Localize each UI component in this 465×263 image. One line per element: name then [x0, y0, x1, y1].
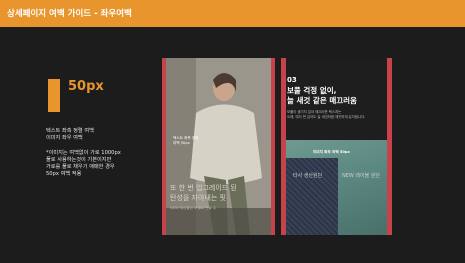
note-line: *이미지는 여백없이 가로 1000px [46, 150, 121, 156]
right-headline: 보풀 걱정 없이, 늘 새것 같은 매끄러움 [287, 86, 387, 106]
margin-indicator-bar [48, 79, 60, 112]
note-line: 풀로 사용하는것이 기본이지만 [46, 157, 112, 163]
headline-line: 탄성을 자아내는 핏 [170, 194, 226, 202]
headline-line: 늘 새것 같은 매끄러움 [287, 96, 357, 105]
fabric-photo-dark [286, 158, 338, 235]
fabric-tag-new: NEW 레이블 원단 [342, 173, 381, 179]
page-title: 상세페이지 여백 가이드 - 좌우여백 [7, 9, 132, 19]
section-number: 03 [287, 76, 297, 84]
headline-line: 또 한 번 업그레이드 된 [170, 184, 237, 192]
note-line: 가로를 풀로 채우기 애매한 경우 [46, 164, 115, 170]
desc-line: 이미지 좌우 여백 [46, 135, 83, 141]
title-bar: 상세페이지 여백 가이드 - 좌우여백 [0, 0, 465, 27]
fabric-tag-competitor: 타사 생산원단 [293, 173, 323, 179]
right-subtext: 보풀이 생기지 않아 매끄러운 텍스처는 오래, 여러 번 입어도 늘 새것처럼… [287, 110, 387, 120]
margin-size-label: 50px [68, 79, 104, 94]
left-footnote: NEW 레이블된 모델로 만날 수 [170, 206, 217, 210]
desc-line: 텍스트 좌측 정렬 여백 [46, 128, 94, 134]
subtext-line: 오래, 여러 번 입어도 늘 새것처럼 깨끗하게 유지됩니다. [287, 115, 366, 119]
left-headline: 또 한 번 업그레이드 된 탄성을 자아내는 핏 [170, 183, 270, 203]
fabric-margin-label: 이미지 좌우 여백 50px [313, 150, 350, 154]
caption-line: 여백 50px [173, 141, 190, 145]
note-line: 50px 여백 적용 [46, 171, 82, 177]
headline-line: 보풀 걱정 없이, [287, 86, 337, 95]
guide-description: 텍스트 좌측 정렬 여백 이미지 좌우 여백 [46, 128, 146, 142]
guide-note: *이미지는 여백없이 가로 1000px 풀로 사용하는것이 기본이지만 가로를… [46, 150, 146, 178]
left-margin-caption: 텍스트 좌측 정렬 여백 50px [173, 136, 233, 146]
